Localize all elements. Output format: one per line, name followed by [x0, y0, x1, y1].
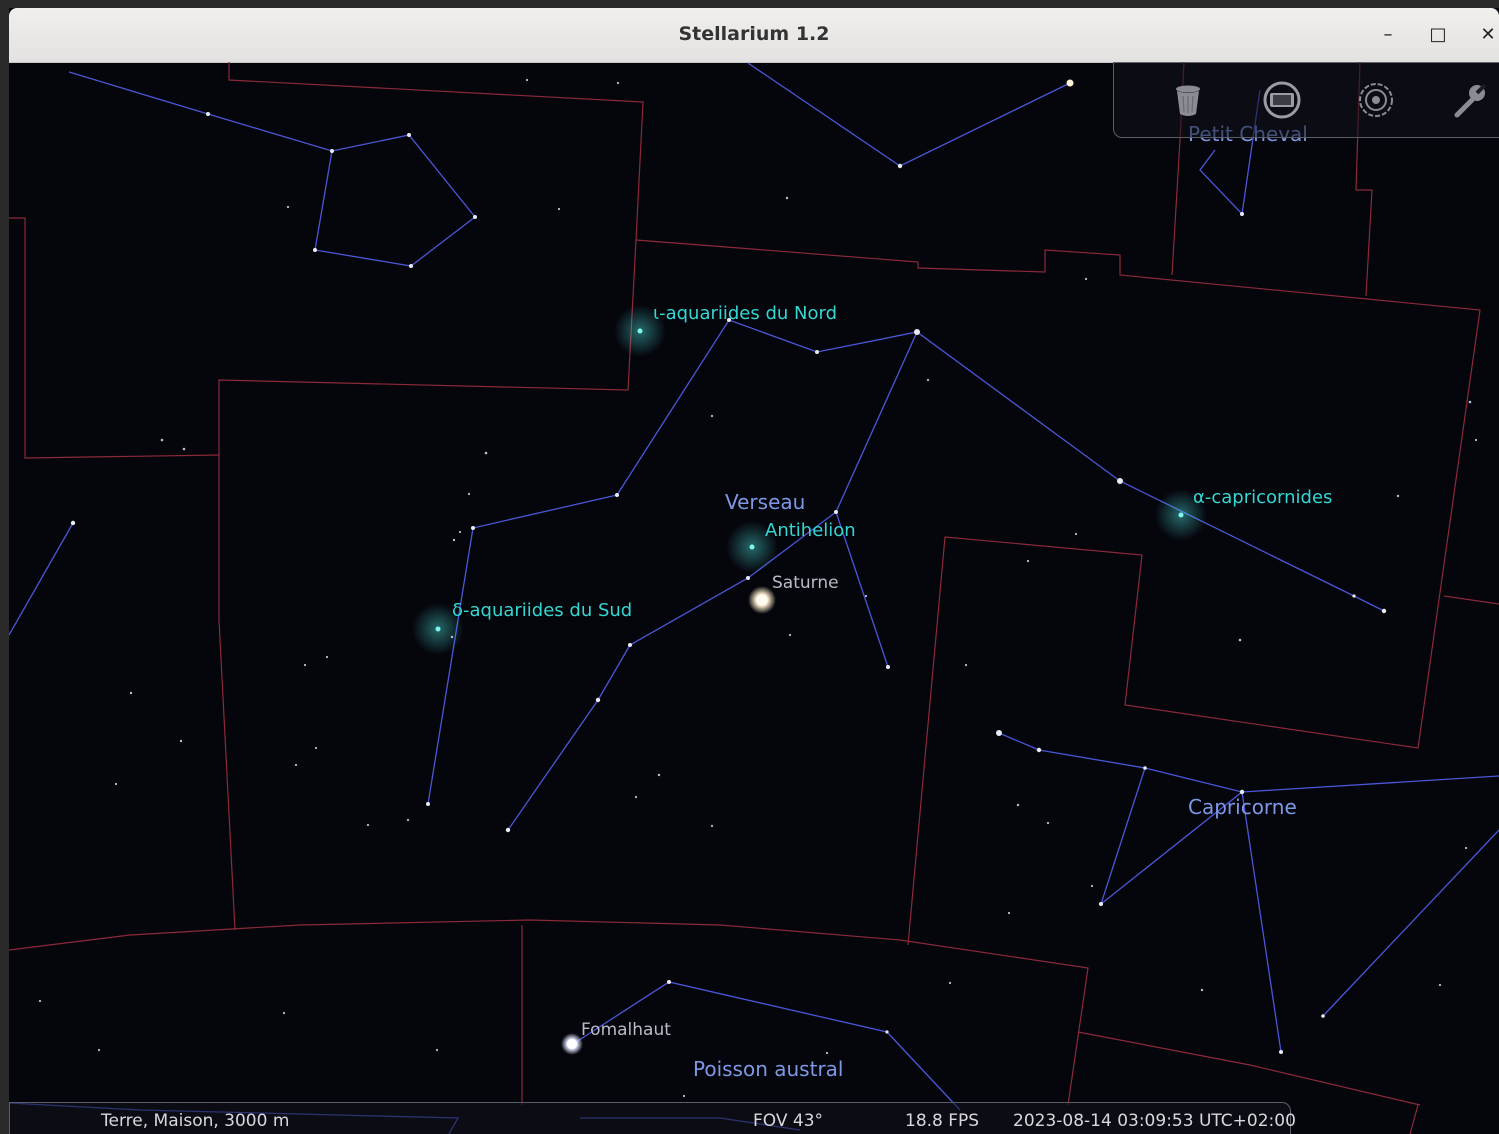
close-button[interactable]: ✕	[1473, 21, 1499, 49]
trash-icon	[1176, 85, 1200, 116]
target-icon	[1359, 83, 1393, 117]
sky-view[interactable]: Petit Cheval Verseau Capricorne Poisson …	[9, 62, 1499, 1134]
screen-icon	[1263, 81, 1301, 119]
status-bar: Terre, Maison, 3000 m FOV 43° 18.8 FPS 2…	[9, 1102, 1296, 1134]
screen-button[interactable]	[1262, 80, 1302, 120]
label-poisson-austral: Poisson austral	[693, 1057, 843, 1081]
stellarium-window: Stellarium 1.2 – □ ✕ Verseau Capricorne …	[9, 8, 1499, 1134]
label-antihelion: Antihelion	[765, 520, 856, 541]
label-capricorne: Capricorne	[1188, 795, 1297, 819]
label-iota-aquariids-north: ι-aquariides du Nord	[653, 303, 837, 324]
datetime-text[interactable]: 2023-08-14 03:09:53 UTC+02:00	[1013, 1111, 1296, 1131]
label-alpha-capricornids: α-capricornides	[1193, 487, 1332, 508]
maximize-button[interactable]: □	[1423, 21, 1453, 49]
title-bar[interactable]: Stellarium 1.2 – □ ✕	[9, 8, 1499, 63]
stars	[70, 79, 1387, 1054]
window-title: Stellarium 1.2	[678, 23, 830, 45]
label-fomalhaut: Fomalhaut	[581, 1020, 671, 1040]
wrench-icon	[1454, 83, 1487, 118]
fomalhaut-marker[interactable]	[561, 1033, 583, 1055]
label-delta-aquariids-south: δ-aquariides du Sud	[452, 600, 632, 621]
top-toolbar	[1113, 62, 1499, 138]
trash-button[interactable]	[1168, 80, 1208, 120]
minimize-button[interactable]: –	[1373, 21, 1403, 49]
label-verseau: Verseau	[725, 490, 805, 514]
location-text[interactable]: Terre, Maison, 3000 m	[101, 1111, 289, 1131]
target-button[interactable]	[1356, 80, 1396, 120]
label-saturn: Saturne	[772, 573, 839, 593]
fps-text: 18.8 FPS	[905, 1111, 980, 1131]
fov-text: FOV 43°	[753, 1111, 824, 1131]
settings-button[interactable]	[1450, 80, 1490, 120]
